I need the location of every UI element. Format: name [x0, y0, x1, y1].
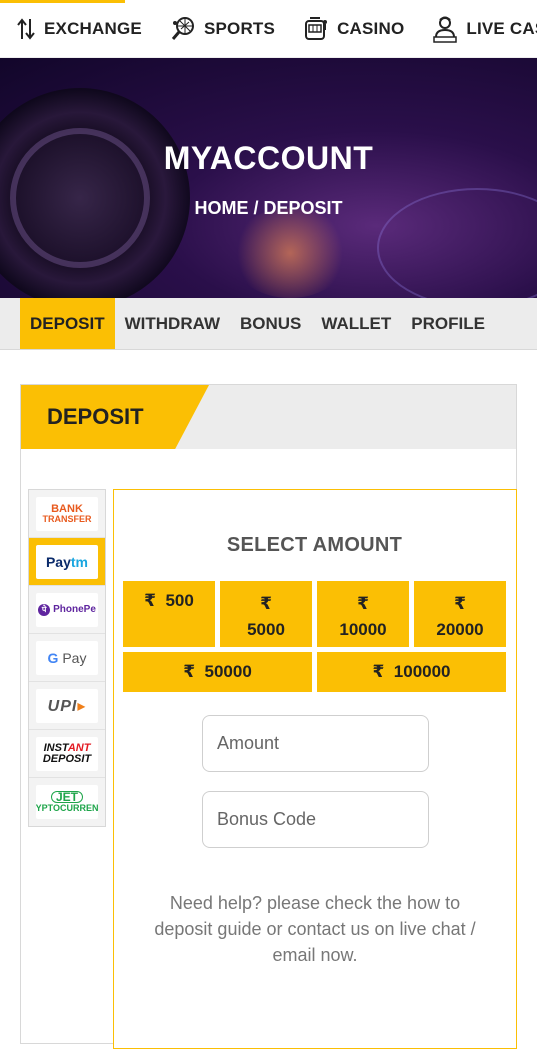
page-title: MYACCOUNT — [163, 140, 374, 176]
rupee-icon: ₹ — [454, 594, 466, 613]
method-upi[interactable]: UPI▸ — [29, 682, 105, 730]
method-instant-deposit[interactable]: INSTANT DEPOSIT — [29, 730, 105, 778]
nav-item-casino[interactable]: CASINO — [287, 0, 416, 57]
amount-value: 10000 — [339, 620, 387, 639]
paytm-logo: Paytm — [36, 544, 98, 579]
live-dealer-icon — [433, 16, 458, 43]
top-navigation: EXCHANGE SPORTS CASINO LIVE CASINO — [0, 0, 537, 58]
paytm-part2: tm — [70, 553, 89, 570]
breadcrumb: HOME / DEPOSIT — [194, 198, 343, 218]
rupee-icon: ₹ — [183, 662, 196, 681]
nav-item-live-casino[interactable]: LIVE CASINO — [416, 0, 537, 57]
gpay-g-icon: G — [47, 649, 59, 666]
method-gpay[interactable]: G Pay — [29, 634, 105, 682]
phonepe-mark-icon: पे — [38, 603, 51, 616]
jet-line2: CRYPTOCURRENCY — [36, 803, 98, 813]
gpay-logo: G Pay — [36, 640, 98, 675]
method-bank-transfer[interactable]: BANK TRANSFER — [29, 490, 105, 538]
amount-value: 20000 — [436, 620, 484, 639]
bonus-code-input[interactable] — [202, 791, 429, 848]
help-text: Need help? please check the how to depos… — [154, 893, 476, 965]
tab-bonus[interactable]: BONUS — [230, 298, 311, 349]
deposit-panel: DEPOSIT BANK TRANSFER Paytm पे PhonePe G P… — [20, 384, 517, 1049]
bank-transfer-logo: BANK TRANSFER — [36, 496, 98, 531]
amount-input[interactable] — [202, 715, 429, 772]
slot-machine-icon — [305, 16, 328, 40]
nav-accent-bar — [0, 0, 125, 3]
amount-option-500[interactable]: ₹ 500 — [123, 581, 215, 647]
tab-withdraw[interactable]: WITHDRAW — [115, 298, 230, 349]
jet-crypto-logo: JETCRYPTOCURRENCY — [36, 785, 98, 819]
exchange-arrows-icon — [17, 17, 35, 40]
rupee-icon: ₹ — [372, 662, 385, 681]
method-phonepe[interactable]: पे PhonePe — [29, 586, 105, 634]
select-amount-title: SELECT AMOUNT — [226, 534, 403, 556]
account-tabs: DEPOSIT WITHDRAW BONUS WALLET PROFILE — [0, 298, 537, 350]
amount-selection-box: SELECT AMOUNT ₹ 500 ₹5000 ₹10000 ₹20000 … — [113, 489, 517, 1049]
deposit-panel-header: DEPOSIT — [21, 385, 516, 449]
rupee-icon: ₹ — [144, 591, 156, 610]
amount-option-100000[interactable]: ₹ 100000 — [317, 652, 506, 692]
gpay-label: Pay — [62, 649, 87, 666]
amount-option-10000[interactable]: ₹10000 — [317, 581, 409, 647]
glow-decoration — [230, 208, 350, 298]
hero-banner: MYACCOUNT HOME / DEPOSIT — [0, 58, 537, 298]
amount-value: 100000 — [393, 662, 451, 681]
amount-value: 500 — [165, 591, 194, 610]
nav-label-exchange: EXCHANGE — [44, 18, 142, 38]
phonepe-logo: पे PhonePe — [36, 592, 98, 627]
method-jet-crypto[interactable]: JETCRYPTOCURRENCY — [29, 778, 105, 826]
nav-item-exchange[interactable]: EXCHANGE — [0, 0, 154, 57]
rupee-icon: ₹ — [260, 594, 272, 613]
tab-wallet[interactable]: WALLET — [311, 298, 401, 349]
bank-transfer-line2: TRANSFER — [42, 513, 92, 524]
amount-option-5000[interactable]: ₹5000 — [220, 581, 312, 647]
amount-option-20000[interactable]: ₹20000 — [414, 581, 506, 647]
nav-item-sports[interactable]: SPORTS — [154, 0, 287, 57]
tab-profile[interactable]: PROFILE — [401, 298, 495, 349]
instant-deposit-logo: INSTANT DEPOSIT — [36, 736, 98, 771]
instant-line2: DEPOSIT — [42, 752, 92, 765]
tennis-racket-icon — [171, 16, 194, 40]
bank-transfer-line1: BANK — [51, 502, 83, 515]
jet-line1: JET — [51, 791, 84, 803]
amount-option-50000[interactable]: ₹ 50000 — [123, 652, 312, 692]
amount-value: 5000 — [247, 620, 285, 639]
method-paytm[interactable]: Paytm — [29, 538, 105, 586]
deposit-panel-title: DEPOSIT — [47, 404, 144, 429]
upi-label: UPI — [47, 697, 78, 715]
tab-deposit[interactable]: DEPOSIT — [20, 298, 115, 349]
rupee-icon: ₹ — [357, 594, 369, 613]
amount-value: 50000 — [204, 662, 252, 681]
nav-label-sports: SPORTS — [203, 18, 276, 38]
nav-label-casino: CASINO — [337, 18, 405, 38]
phonepe-label: PhonePe — [53, 604, 96, 615]
upi-logo: UPI▸ — [36, 688, 98, 723]
nav-label-live-casino: LIVE CASINO — [466, 18, 537, 38]
upi-arrow-icon: ▸ — [77, 697, 87, 715]
payment-method-list: BANK TRANSFER Paytm पे PhonePe G Pay UPI▸ — [28, 489, 106, 827]
paytm-part1: Pay — [45, 553, 71, 570]
